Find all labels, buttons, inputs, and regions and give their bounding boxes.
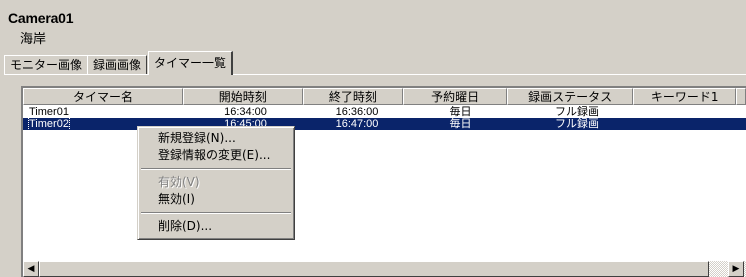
column-header-timer-name[interactable]: タイマー名 [23,88,183,105]
cell-schedule-day: 毎日 [449,118,472,130]
cell-schedule-day: 毎日 [449,106,472,118]
camera-location: 海岸 [20,32,47,47]
arrow-left-icon: ◀ [27,264,35,274]
menu-item-enable: 有効(V) [158,175,200,189]
tab-strip: モニター画像 録画画像 タイマー一覧 [4,51,234,75]
cell-record-status: フル録画 [555,106,599,118]
column-header-schedule-day[interactable]: 予約曜日 [403,88,507,105]
menu-item-delete[interactable]: 削除(D)... [140,218,292,235]
column-header-extra[interactable] [736,88,746,105]
arrow-right-icon: ▶ [732,264,740,274]
horizontal-scrollbar[interactable]: ◀ ▶ [23,261,746,277]
column-header-record-status[interactable]: 録画ステータス [506,88,634,105]
scroll-thumb[interactable] [39,261,709,277]
column-header-start-time[interactable]: 開始時刻 [183,88,303,105]
table-row-selected[interactable]: Timer02 16:45:00 16:47:00 毎日 フル録画 [23,118,746,130]
timer-list-view[interactable]: タイマー名 開始時刻 終了時刻 予約曜日 録画ステータス キーワード1 Time… [21,86,746,277]
cell-end-time: 16:47:00 [335,118,379,130]
column-header-keyword1[interactable]: キーワード1 [633,88,737,105]
list-header: タイマー名 開始時刻 終了時刻 予約曜日 録画ステータス キーワード1 [23,88,746,105]
cell-start-time: 16:34:00 [224,106,267,118]
menu-item-change[interactable]: 登録情報の変更(E)... [140,147,292,164]
menu-item-new[interactable]: 新規登録(N)... [140,130,292,147]
column-header-end-time[interactable]: 終了時刻 [302,88,404,105]
tab-recorded-image[interactable]: 録画画像 [87,55,148,75]
cell-record-status: フル録画 [555,118,599,130]
table-row[interactable]: Timer01 16:34:00 16:36:00 毎日 フル録画 [23,106,746,118]
timer-name: Timer01 [29,106,69,118]
cell-timer-name: Timer01 [23,106,185,118]
menu-separator [141,168,291,170]
context-menu: 新規登録(N)... 登録情報の変更(E)... 有効(V) 無効(I) 削除(… [137,126,295,240]
cell-keyword1 [641,118,745,130]
timer-name: Timer02 [28,118,70,130]
camera-title: Camera01 [8,10,74,26]
menu-item-disable[interactable]: 無効(I) [140,191,292,208]
tab-timer-list[interactable]: タイマー一覧 [148,51,234,75]
scroll-right-button[interactable]: ▶ [728,261,744,277]
cell-end-time: 16:36:00 [335,106,379,118]
scroll-left-button[interactable]: ◀ [23,261,39,277]
tab-monitor-image[interactable]: モニター画像 [4,55,89,75]
tab-panel-border [4,74,746,76]
cell-keyword1 [641,106,745,118]
menu-separator [141,212,291,214]
